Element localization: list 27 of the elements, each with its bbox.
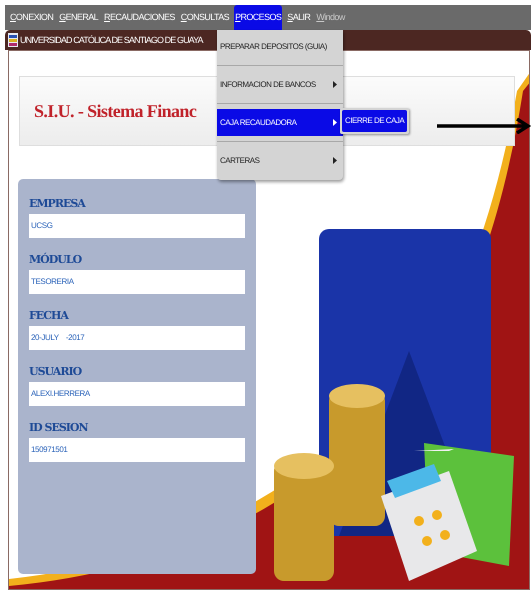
menu-item[interactable]: PROCESOS <box>234 5 282 30</box>
info-field[interactable]: UCSG <box>29 214 245 238</box>
caret-icon <box>333 119 337 126</box>
menu-item[interactable]: GENERAL <box>58 5 100 30</box>
info-field[interactable]: 150971501 <box>29 438 245 462</box>
menu-item[interactable]: CIERRE DE CAJA <box>342 110 408 132</box>
field-label: MÓDULO <box>29 253 83 266</box>
menu-item[interactable]: PREPARAR DEPOSITOS (GUIA) <box>217 33 343 60</box>
window-title: UNIVERSIDAD CATÓLICA DE SANTIAGO DE GUAYA <box>20 35 203 45</box>
caret-icon <box>333 157 337 164</box>
info-field[interactable]: ALEXI.HERRERA <box>29 382 245 406</box>
menu-item[interactable]: CARTERAS <box>217 147 343 174</box>
field-label: ID SESION <box>29 421 90 434</box>
menu-item[interactable]: CAJA RECAUDADORA <box>217 109 343 136</box>
menu-item[interactable]: SALIR <box>286 5 312 30</box>
field-label: USUARIO <box>29 365 83 378</box>
info-field[interactable]: TESORERIA <box>29 270 245 294</box>
menu-item[interactable]: RECAUDACIONES <box>103 5 176 30</box>
menu-item[interactable]: INFORMACION DE BANCOS <box>217 71 343 98</box>
field-label: FECHA <box>29 309 70 322</box>
caret-icon <box>333 81 337 88</box>
info-field[interactable]: 20-JULY -2017 <box>29 326 245 350</box>
menu-item[interactable]: CONSULTAS <box>180 5 230 30</box>
logo-icon <box>8 33 18 47</box>
menu-item[interactable]: CONEXION <box>9 5 54 30</box>
app-title: S.I.U. - Sistema Financ <box>34 100 196 122</box>
field-label: EMPRESA <box>29 197 87 210</box>
